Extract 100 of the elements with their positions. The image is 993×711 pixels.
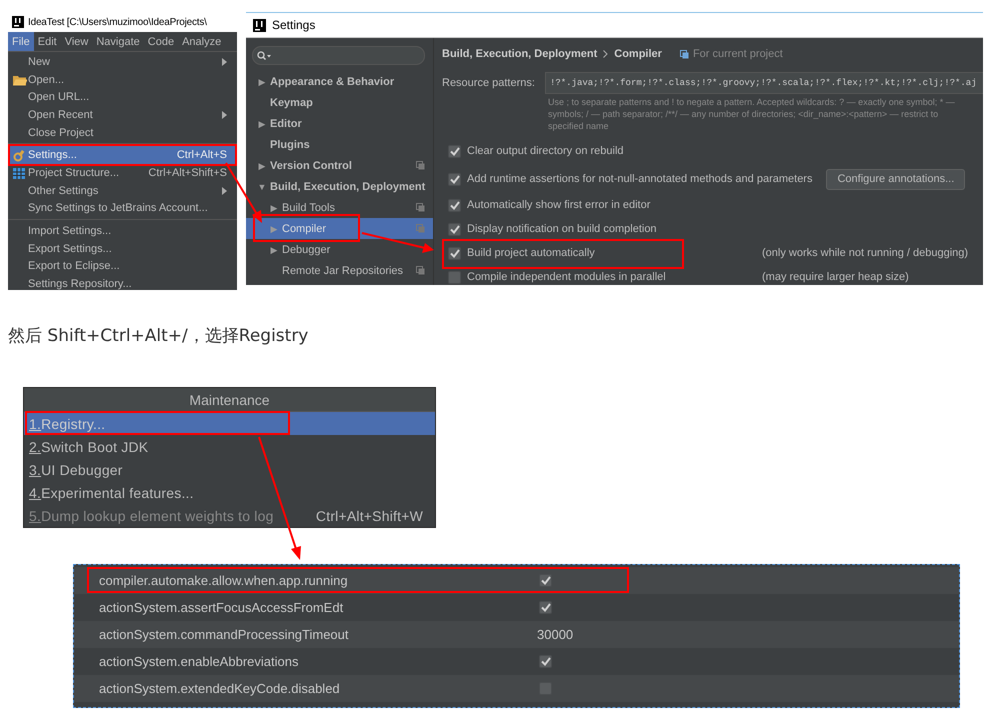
expand-toggle-icon[interactable]: ▶ — [266, 244, 282, 254]
scope-label: For current project — [692, 48, 783, 60]
menu-item[interactable]: Open... — [8, 70, 237, 88]
tree-item[interactable]: ▶ Version Control — [246, 155, 433, 176]
expand-toggle-icon[interactable]: ▶ — [254, 76, 270, 86]
menu-item[interactable]: 2.Switch Boot JDK — [24, 435, 435, 458]
tree-item-label: Keymap — [270, 96, 314, 108]
option-row[interactable]: Automatically show first error in editor — [442, 193, 650, 217]
expand-toggle-icon[interactable]: ▼ — [254, 182, 270, 192]
checkbox[interactable] — [448, 270, 461, 284]
menu-bar-item[interactable]: Navigate — [92, 32, 144, 51]
menu-item[interactable]: Other Settings — [8, 182, 237, 200]
menu-item[interactable]: 3.UI Debugger — [24, 458, 435, 481]
menu-item[interactable]: Settings... Ctrl+Alt+S — [8, 146, 237, 164]
breadcrumb-item[interactable]: Build, Execution, Deployment — [442, 48, 598, 60]
menu-item[interactable]: Project Structure... Ctrl+Alt+Shift+S — [8, 164, 237, 182]
table-row[interactable]: actionSystem.assertFocusAccessFromEdt — [74, 594, 959, 621]
menu-item[interactable]: Open Recent — [8, 106, 237, 124]
tree-item-label: Version Control — [270, 160, 353, 172]
check-icon — [540, 576, 550, 585]
registry-key: compiler.automake.allow.when.app.running — [99, 573, 537, 588]
registry-key: actionSystem.commandProcessingTimeout — [99, 627, 537, 642]
option-label: Clear output directory on rebuild — [467, 145, 624, 157]
menu-item[interactable]: Sync Settings to JetBrains Account... — [8, 200, 237, 218]
menu-item[interactable]: Export Settings... — [8, 240, 237, 258]
check-icon — [450, 224, 460, 234]
option-label: Build project automatically — [467, 247, 595, 259]
shortcut-label: Ctrl+Alt+Shift+S — [148, 166, 227, 179]
copy-icon — [416, 224, 425, 233]
grid-icon — [12, 166, 27, 180]
expand-toggle-icon[interactable]: ▶ — [254, 118, 270, 128]
tree-item[interactable]: ▶ Debugger — [246, 239, 433, 260]
option-row[interactable]: Clear output directory on rebuild — [442, 139, 624, 163]
copy-icon — [416, 161, 425, 170]
menu-bar-item[interactable]: File — [8, 32, 34, 51]
input-field[interactable]: !?*.java;!?*.form;!?*.class;!?*.groovy;!?*.scala;!?*.flex;!?*.kt;!?*.clj;!?*.aj — [544, 72, 983, 94]
option-row[interactable]: Display notification on build completion — [442, 217, 657, 241]
checkbox[interactable] — [448, 144, 461, 158]
menu-item[interactable]: 1.Registry... — [24, 412, 435, 435]
table-row[interactable]: actionSystem.enableAbbreviations — [74, 648, 959, 675]
menu-bar-item[interactable]: Analyze — [178, 32, 226, 51]
tree-item-label: Compiler — [282, 222, 328, 234]
window-title: Settings — [272, 18, 316, 32]
app-logo-icon — [12, 16, 24, 28]
chevron-icon — [603, 50, 608, 58]
option-row[interactable]: Add runtime assertions for not-null-annotated methods and parameters — [442, 167, 812, 191]
table-row[interactable]: actionSystem.extendedKeyCode.disabled — [74, 675, 959, 702]
option-label: Display notification on build completion — [467, 223, 657, 235]
menu-bar-item[interactable]: View — [60, 32, 92, 51]
checkbox[interactable] — [539, 574, 552, 587]
submenu-arrow-icon — [222, 186, 227, 195]
configure-button[interactable]: Configure annotations... — [826, 168, 966, 190]
tree-item[interactable]: Plugins — [246, 134, 433, 155]
menu-item[interactable]: Settings Repository... — [8, 275, 237, 290]
search-field[interactable] — [252, 46, 425, 65]
tree-item[interactable]: Remote Jar Repositories — [246, 260, 433, 281]
checkbox[interactable] — [448, 172, 461, 186]
checkbox[interactable] — [539, 601, 552, 614]
registry-key: actionSystem.extendedKeyCode.disabled — [99, 681, 537, 696]
registry-key: actionSystem.assertFocusAccessFromEdt — [99, 600, 537, 615]
window-title: IdeaTest [C:\Users\muzimoo\IdeaProjects\ — [28, 16, 207, 28]
check-icon — [540, 603, 550, 612]
tree-item[interactable]: ▶ Editor — [246, 113, 433, 134]
registry-key: actionSystem.enableAbbreviations — [99, 654, 537, 669]
breadcrumb-item[interactable]: Compiler — [614, 48, 662, 60]
menu-item[interactable]: Import Settings... — [8, 222, 237, 240]
tree-item[interactable]: ▶ Build Tools — [246, 197, 433, 218]
checkbox[interactable] — [448, 222, 461, 236]
check-icon — [450, 200, 460, 210]
menu-item[interactable]: New — [8, 53, 237, 71]
tree-item-label: Build Tools — [282, 202, 336, 214]
tree-item-label: Editor — [270, 118, 303, 130]
option-row[interactable]: Compile independent modules in parallel — [442, 265, 666, 285]
expand-toggle-icon[interactable]: ▶ — [254, 160, 270, 170]
tree-item-label: Debugger — [282, 244, 332, 256]
menu-item[interactable]: Export to Eclipse... — [8, 258, 237, 276]
option-label: Add runtime assertions for not-null-annotated methods and parameters — [467, 173, 812, 185]
tree-item-label: Build, Execution, Deployment — [270, 180, 426, 192]
option-label: Compile independent modules in parallel — [467, 271, 666, 283]
checkbox[interactable] — [448, 198, 461, 212]
menu-item[interactable]: 4.Experimental features... — [24, 481, 435, 504]
menu-bar-item[interactable]: Code — [144, 32, 178, 51]
menu-item[interactable]: Close Project — [8, 124, 237, 142]
table-row[interactable]: compiler.automake.allow.when.app.running — [74, 567, 959, 594]
tree-item[interactable]: Keymap — [246, 92, 433, 113]
checkbox[interactable] — [539, 655, 552, 668]
search-icon — [257, 50, 271, 60]
shortcut-label: Ctrl+Alt+Shift+W — [316, 508, 423, 524]
tree-item[interactable]: ▼ Build, Execution, Deployment — [246, 176, 433, 197]
tree-item-label: Remote Jar Repositories — [282, 264, 404, 276]
menu-item[interactable]: Open URL... — [8, 88, 237, 106]
checkbox[interactable] — [448, 246, 461, 260]
hint-text: specified name — [548, 120, 610, 132]
menu-bar-item[interactable]: Edit — [34, 32, 61, 51]
table-row[interactable]: actionSystem.commandProcessingTimeout 30000 — [74, 621, 959, 648]
tree-item[interactable]: ▶ Appearance & Behavior — [246, 71, 433, 92]
check-icon — [450, 174, 460, 184]
submenu-arrow-icon — [222, 58, 227, 66]
hint-text: Use ; to separate patterns and ! to negate a pattern. Accepted wildcards: ? — exactly one symbol; * — — [548, 96, 956, 108]
expand-toggle-icon[interactable]: ▶ — [266, 202, 282, 212]
